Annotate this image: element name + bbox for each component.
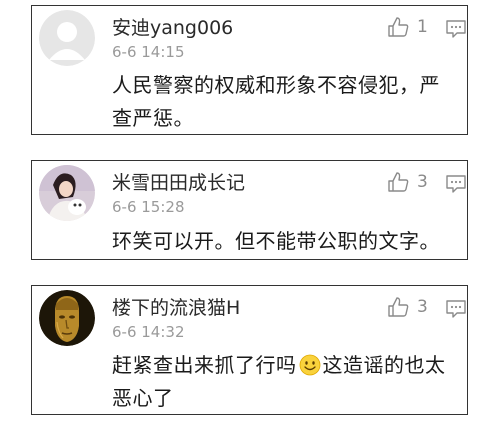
comment-text-part: 赶紧查出来抓了行吗: [112, 353, 297, 377]
default-avatar-icon[interactable]: [39, 10, 95, 66]
smiley-face-emoji-icon: [299, 354, 320, 376]
thumbs-up-icon: [388, 17, 409, 37]
comment-username[interactable]: 米雪田田成长记: [112, 168, 245, 195]
speech-bubble-icon: [446, 300, 466, 318]
user-avatar-photo[interactable]: [39, 165, 95, 221]
thumbs-up-icon: [388, 172, 409, 192]
user-avatar-photo[interactable]: [39, 290, 95, 346]
reply-button[interactable]: [445, 19, 467, 39]
speech-bubble-icon: [446, 20, 466, 38]
comment-card: 米雪田田成长记 6-6 15:28 3 环笑可以开。但不能带公职的文字。: [31, 160, 468, 260]
comment-card: 楼下的流浪猫H 6-6 14:32 3 赶紧查出来抓了行吗 这造谣的也太恶心了: [31, 285, 468, 415]
comment-text-part: 环笑可以开。但不能带公职的文字。: [112, 229, 440, 253]
comment-text: 人民警察的权威和形象不容侵犯，严查严惩。: [112, 69, 457, 135]
comment-text-part: 人民警察的权威和形象不容侵犯，严查严惩。: [112, 73, 440, 130]
like-count: 3: [417, 297, 428, 317]
thumbs-up-icon: [388, 297, 409, 317]
comment-timestamp: 6-6 14:32: [112, 323, 185, 341]
comment-username[interactable]: 安迪yang006: [112, 13, 233, 40]
comment-text: 赶紧查出来抓了行吗 这造谣的也太恶心了: [112, 349, 457, 415]
comment-timestamp: 6-6 14:15: [112, 43, 185, 61]
reply-button[interactable]: [445, 174, 467, 194]
comment-timestamp: 6-6 15:28: [112, 198, 185, 216]
comment-text: 环笑可以开。但不能带公职的文字。: [112, 225, 457, 258]
comment-card: 安迪yang006 6-6 14:15 1 人民警察的权威和形象不容侵犯，严查严…: [31, 5, 468, 135]
like-count: 1: [417, 17, 428, 37]
speech-bubble-icon: [446, 175, 466, 193]
reply-button[interactable]: [445, 299, 467, 319]
comment-username[interactable]: 楼下的流浪猫H: [112, 293, 240, 320]
like-button[interactable]: 3: [387, 295, 428, 319]
like-button[interactable]: 1: [387, 15, 428, 39]
like-count: 3: [417, 172, 428, 192]
like-button[interactable]: 3: [387, 170, 428, 194]
